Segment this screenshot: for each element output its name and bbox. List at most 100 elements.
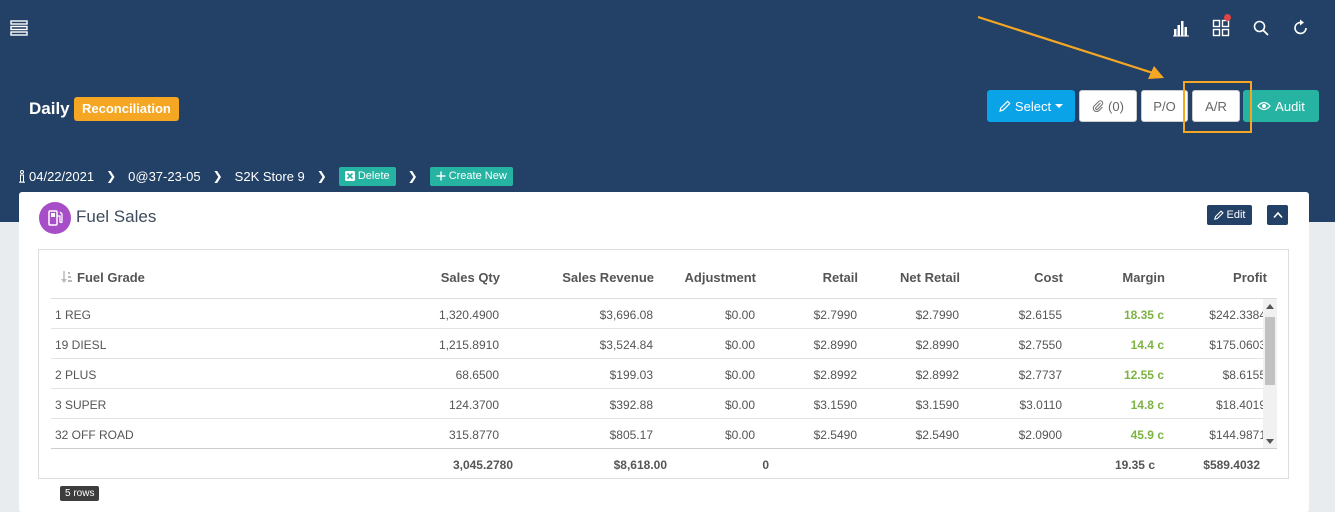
cell-net-retail: $2.8992 (915, 368, 959, 382)
scroll-down-icon[interactable] (1266, 439, 1274, 444)
paperclip-icon (1092, 100, 1104, 112)
attachments-button[interactable]: (0) (1079, 90, 1137, 122)
audit-label: Audit (1275, 98, 1305, 114)
cell-sales-qty: 68.6500 (455, 368, 499, 382)
cell-sales-qty: 1,320.4900 (438, 308, 499, 322)
cell-sales-qty: 315.8770 (448, 428, 499, 442)
table-row[interactable]: 3 SUPER 124.3700 $392.88 $0.00 $3.1590 $… (51, 389, 1266, 419)
column-header-retail[interactable]: Retail (823, 270, 858, 285)
attachments-count: (0) (1108, 98, 1124, 114)
column-header-adjustment[interactable]: Adjustment (685, 270, 757, 285)
total-profit: $589.4032 (1203, 458, 1260, 472)
column-header-margin[interactable]: Margin (1122, 270, 1165, 285)
cell-fuel-grade: 3 SUPER (55, 398, 107, 412)
cell-adjustment: $0.00 (724, 338, 755, 352)
column-header-profit[interactable]: Profit (1233, 270, 1267, 285)
cell-sales-revenue: $805.17 (609, 428, 653, 442)
refresh-icon[interactable] (1281, 14, 1321, 42)
chevron-right-icon: ❯ (106, 169, 117, 183)
caret-down-icon (1055, 104, 1064, 108)
cell-margin: 12.55 c (1123, 368, 1164, 382)
cell-profit: $242.3384 (1209, 308, 1266, 322)
cell-fuel-grade: 32 OFF ROAD (55, 428, 134, 442)
column-header-sales-revenue[interactable]: Sales Revenue (562, 270, 654, 285)
cell-cost: $3.0110 (1019, 398, 1063, 412)
highlight-box (1183, 81, 1252, 133)
cell-adjustment: $0.00 (724, 398, 755, 412)
apps-grid-icon[interactable] (1201, 14, 1241, 42)
cell-adjustment: $0.00 (724, 428, 755, 442)
delete-button[interactable]: Delete (338, 166, 396, 186)
audit-button[interactable]: Audit (1243, 90, 1319, 122)
panel-title: Fuel Sales (76, 207, 157, 226)
scrollbar-thumb[interactable] (1265, 317, 1275, 385)
cell-profit: $144.9871 (1209, 428, 1266, 442)
cell-cost: $2.6155 (1018, 308, 1062, 322)
cell-fuel-grade: 19 DIESL (55, 338, 107, 352)
cell-retail: $2.8990 (813, 338, 857, 352)
annotation-arrow-icon (977, 15, 1164, 79)
cell-net-retail: $2.5490 (915, 428, 959, 442)
cell-sales-revenue: $3,696.08 (599, 308, 653, 322)
column-header-cost[interactable]: Cost (1034, 270, 1063, 285)
plus-icon (436, 171, 446, 181)
table-row[interactable]: 2 PLUS 68.6500 $199.03 $0.00 $2.8992 $2.… (51, 359, 1266, 389)
cell-margin: 18.35 c (1123, 308, 1164, 322)
create-new-label: Create New (448, 170, 507, 182)
menu-icon[interactable] (10, 19, 28, 37)
cell-profit: $175.0603 (1209, 338, 1266, 352)
chevron-up-icon (1272, 211, 1283, 219)
search-icon[interactable] (1241, 14, 1281, 42)
breadcrumb-code[interactable]: 0@37-23-05 (128, 169, 200, 184)
po-button[interactable]: P/O (1141, 90, 1188, 122)
cell-profit: $8.6155 (1222, 368, 1266, 382)
cell-fuel-grade: 1 REG (55, 308, 92, 322)
cell-retail: $2.7990 (813, 308, 857, 322)
cell-net-retail: $2.8990 (915, 338, 959, 352)
column-header-net-retail[interactable]: Net Retail (900, 270, 960, 285)
close-square-icon (344, 171, 355, 181)
vertical-scrollbar[interactable] (1263, 299, 1277, 449)
grid-body: 1 REG 1,320.4900 $3,696.08 $0.00 $2.7990… (51, 298, 1277, 449)
cell-sales-revenue: $199.03 (609, 368, 653, 382)
total-margin: 19.35 c (1114, 458, 1155, 472)
fuel-sales-panel: Fuel Sales Edit Fuel Grade Sales Qty Sal… (19, 192, 1309, 512)
cell-net-retail: $3.1590 (915, 398, 959, 412)
fuel-pump-icon (39, 202, 71, 234)
table-row[interactable]: 32 OFF ROAD 315.8770 $805.17 $0.00 $2.54… (51, 419, 1266, 449)
grid-header: Fuel Grade Sales Qty Sales Revenue Adjus… (39, 250, 1288, 298)
pencil-icon (1213, 210, 1224, 220)
create-new-button[interactable]: Create New (429, 166, 513, 186)
cell-adjustment: $0.00 (724, 368, 755, 382)
cell-cost: $2.7550 (1018, 338, 1062, 352)
breadcrumb-store[interactable]: S2K Store 9 (235, 169, 305, 184)
cell-adjustment: $0.00 (724, 308, 755, 322)
cell-margin: 45.9 c (1130, 428, 1164, 442)
delete-label: Delete (357, 170, 390, 182)
table-row[interactable]: 1 REG 1,320.4900 $3,696.08 $0.00 $2.7990… (51, 299, 1266, 329)
cell-sales-qty: 1,215.8910 (438, 338, 499, 352)
edit-button[interactable]: Edit (1207, 205, 1252, 225)
collapse-button[interactable] (1267, 205, 1288, 225)
top-toolbar (1161, 14, 1321, 42)
cell-cost: $2.7737 (1018, 368, 1062, 382)
chevron-right-icon: ❯ (212, 169, 223, 183)
eye-icon (1257, 101, 1272, 111)
select-dropdown-button[interactable]: Select (987, 90, 1075, 122)
scroll-up-icon[interactable] (1266, 304, 1274, 309)
column-header-sales-qty[interactable]: Sales Qty (441, 270, 500, 285)
total-adjustment: 0 (762, 458, 769, 472)
column-header-fuel-grade[interactable]: Fuel Grade (77, 270, 145, 285)
cell-retail: $2.5490 (813, 428, 857, 442)
cell-sales-revenue: $3,524.84 (599, 338, 653, 352)
table-row[interactable]: 19 DIESL 1,215.8910 $3,524.84 $0.00 $2.8… (51, 329, 1266, 359)
breadcrumb: 04/22/2021 ❯ 0@37-23-05 ❯ S2K Store 9 ❯ … (18, 165, 513, 187)
sort-icon[interactable] (61, 270, 73, 284)
cell-profit: $18.4019 (1215, 398, 1266, 412)
total-sales-revenue: $8,618.00 (613, 458, 667, 472)
cell-cost: $2.0900 (1018, 428, 1062, 442)
breadcrumb-date[interactable]: 04/22/2021 (18, 169, 94, 184)
cell-retail: $3.1590 (813, 398, 857, 412)
fuel-sales-grid: Fuel Grade Sales Qty Sales Revenue Adjus… (38, 249, 1289, 479)
edit-label: Edit (1226, 209, 1246, 221)
